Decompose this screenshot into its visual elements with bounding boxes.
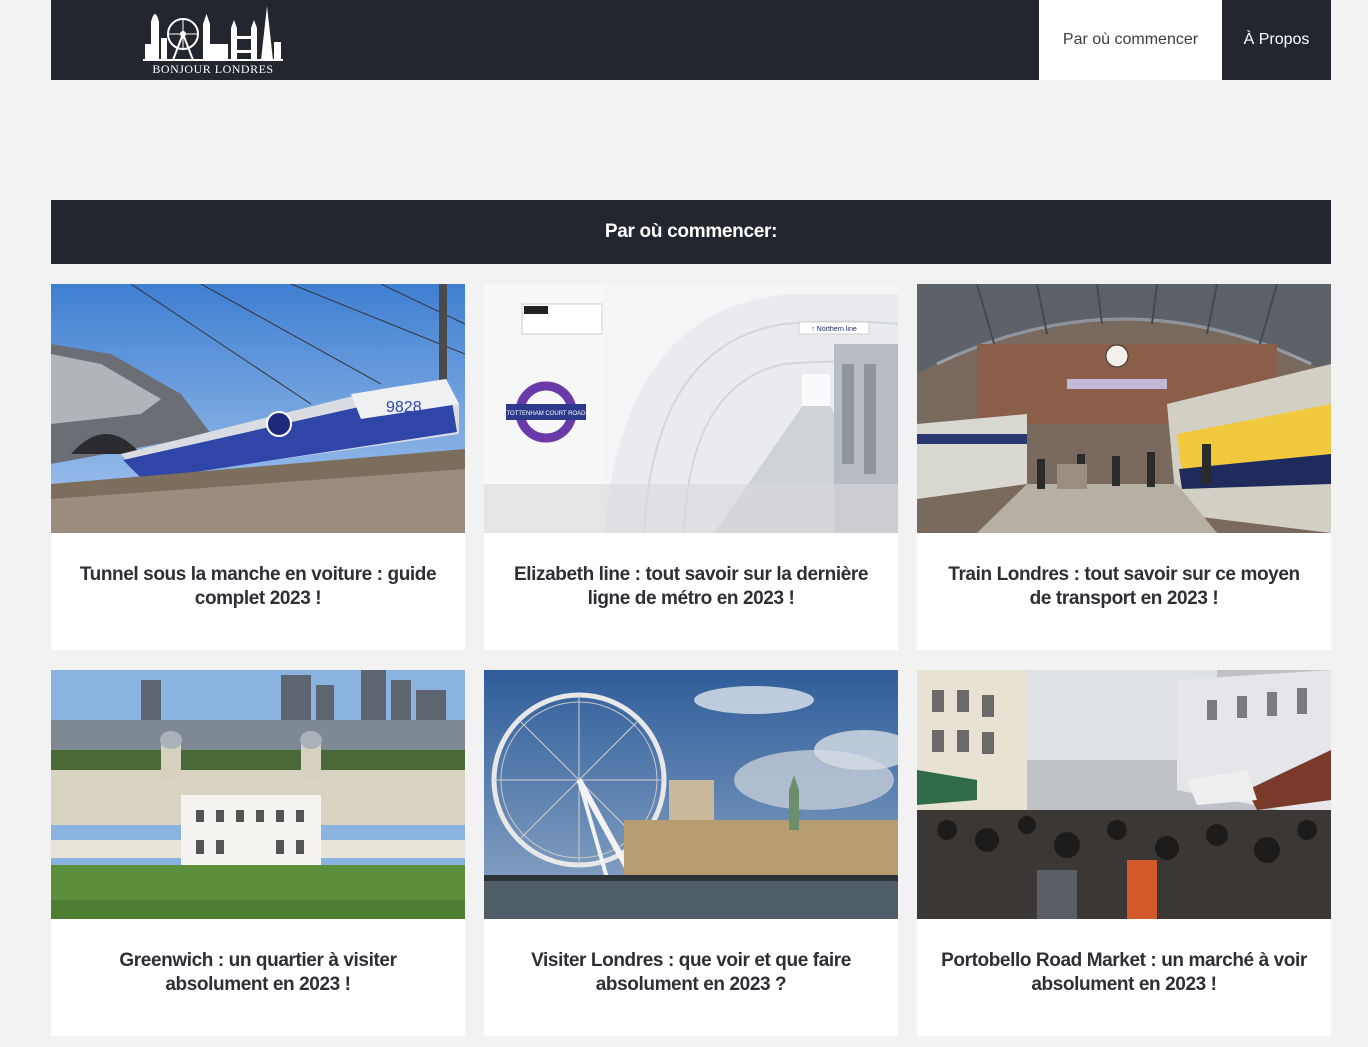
svg-text:TOTTENHAM COURT ROAD: TOTTENHAM COURT ROAD (506, 411, 586, 417)
logo-text: BONJOUR LONDRES (152, 62, 274, 76)
section-title: Par où commencer: (51, 200, 1331, 264)
article-card-train-londres[interactable]: Train Londres : tout savoir sur ce moyen… (917, 284, 1331, 650)
site-logo[interactable]: BONJOUR LONDRES (143, 4, 283, 76)
nav-par-ou-commencer[interactable]: Par où commencer (1039, 0, 1222, 80)
article-card-portobello[interactable]: Portobello Road Market : un marché à voi… (917, 670, 1331, 1036)
site-header: BONJOUR LONDRES Par où commencer À Propo… (51, 0, 1331, 80)
card-image-elizabeth-line: TOTTENHAM COURT ROAD ↑ Northern line (484, 284, 898, 533)
svg-text:↑ Northern line: ↑ Northern line (811, 326, 857, 333)
card-title-elizabeth-line: Elizabeth line : tout savoir sur la dern… (513, 564, 869, 609)
card-title-train-londres: Train Londres : tout savoir sur ce moyen… (948, 564, 1300, 609)
nav-a-propos[interactable]: À Propos (1222, 0, 1331, 80)
article-card-greenwich[interactable]: Greenwich : un quartier à visiter absolu… (51, 670, 465, 1036)
svg-text:9828: 9828 (386, 399, 422, 416)
article-card-visiter-londres[interactable]: Visiter Londres : que voir et que faire … (484, 670, 898, 1036)
card-title-tunnel: Tunnel sous la manche en voiture : guide… (79, 564, 437, 609)
card-image-tunnel: 9828 (51, 284, 465, 533)
card-title-portobello: Portobello Road Market : un marché à voi… (941, 950, 1307, 995)
card-image-train-londres (917, 284, 1331, 533)
article-card-tunnel[interactable]: 9828 Tunnel sous la manche en voiture : … (51, 284, 465, 650)
card-title-visiter-londres: Visiter Londres : que voir et que faire … (531, 950, 851, 995)
card-image-visiter-londres (484, 670, 898, 919)
london-skyline-icon (143, 6, 283, 61)
card-title-greenwich: Greenwich : un quartier à visiter absolu… (119, 950, 397, 995)
card-image-portobello (917, 670, 1331, 919)
card-image-greenwich (51, 670, 465, 919)
article-card-elizabeth-line[interactable]: TOTTENHAM COURT ROAD ↑ Northern line Eli… (484, 284, 898, 650)
